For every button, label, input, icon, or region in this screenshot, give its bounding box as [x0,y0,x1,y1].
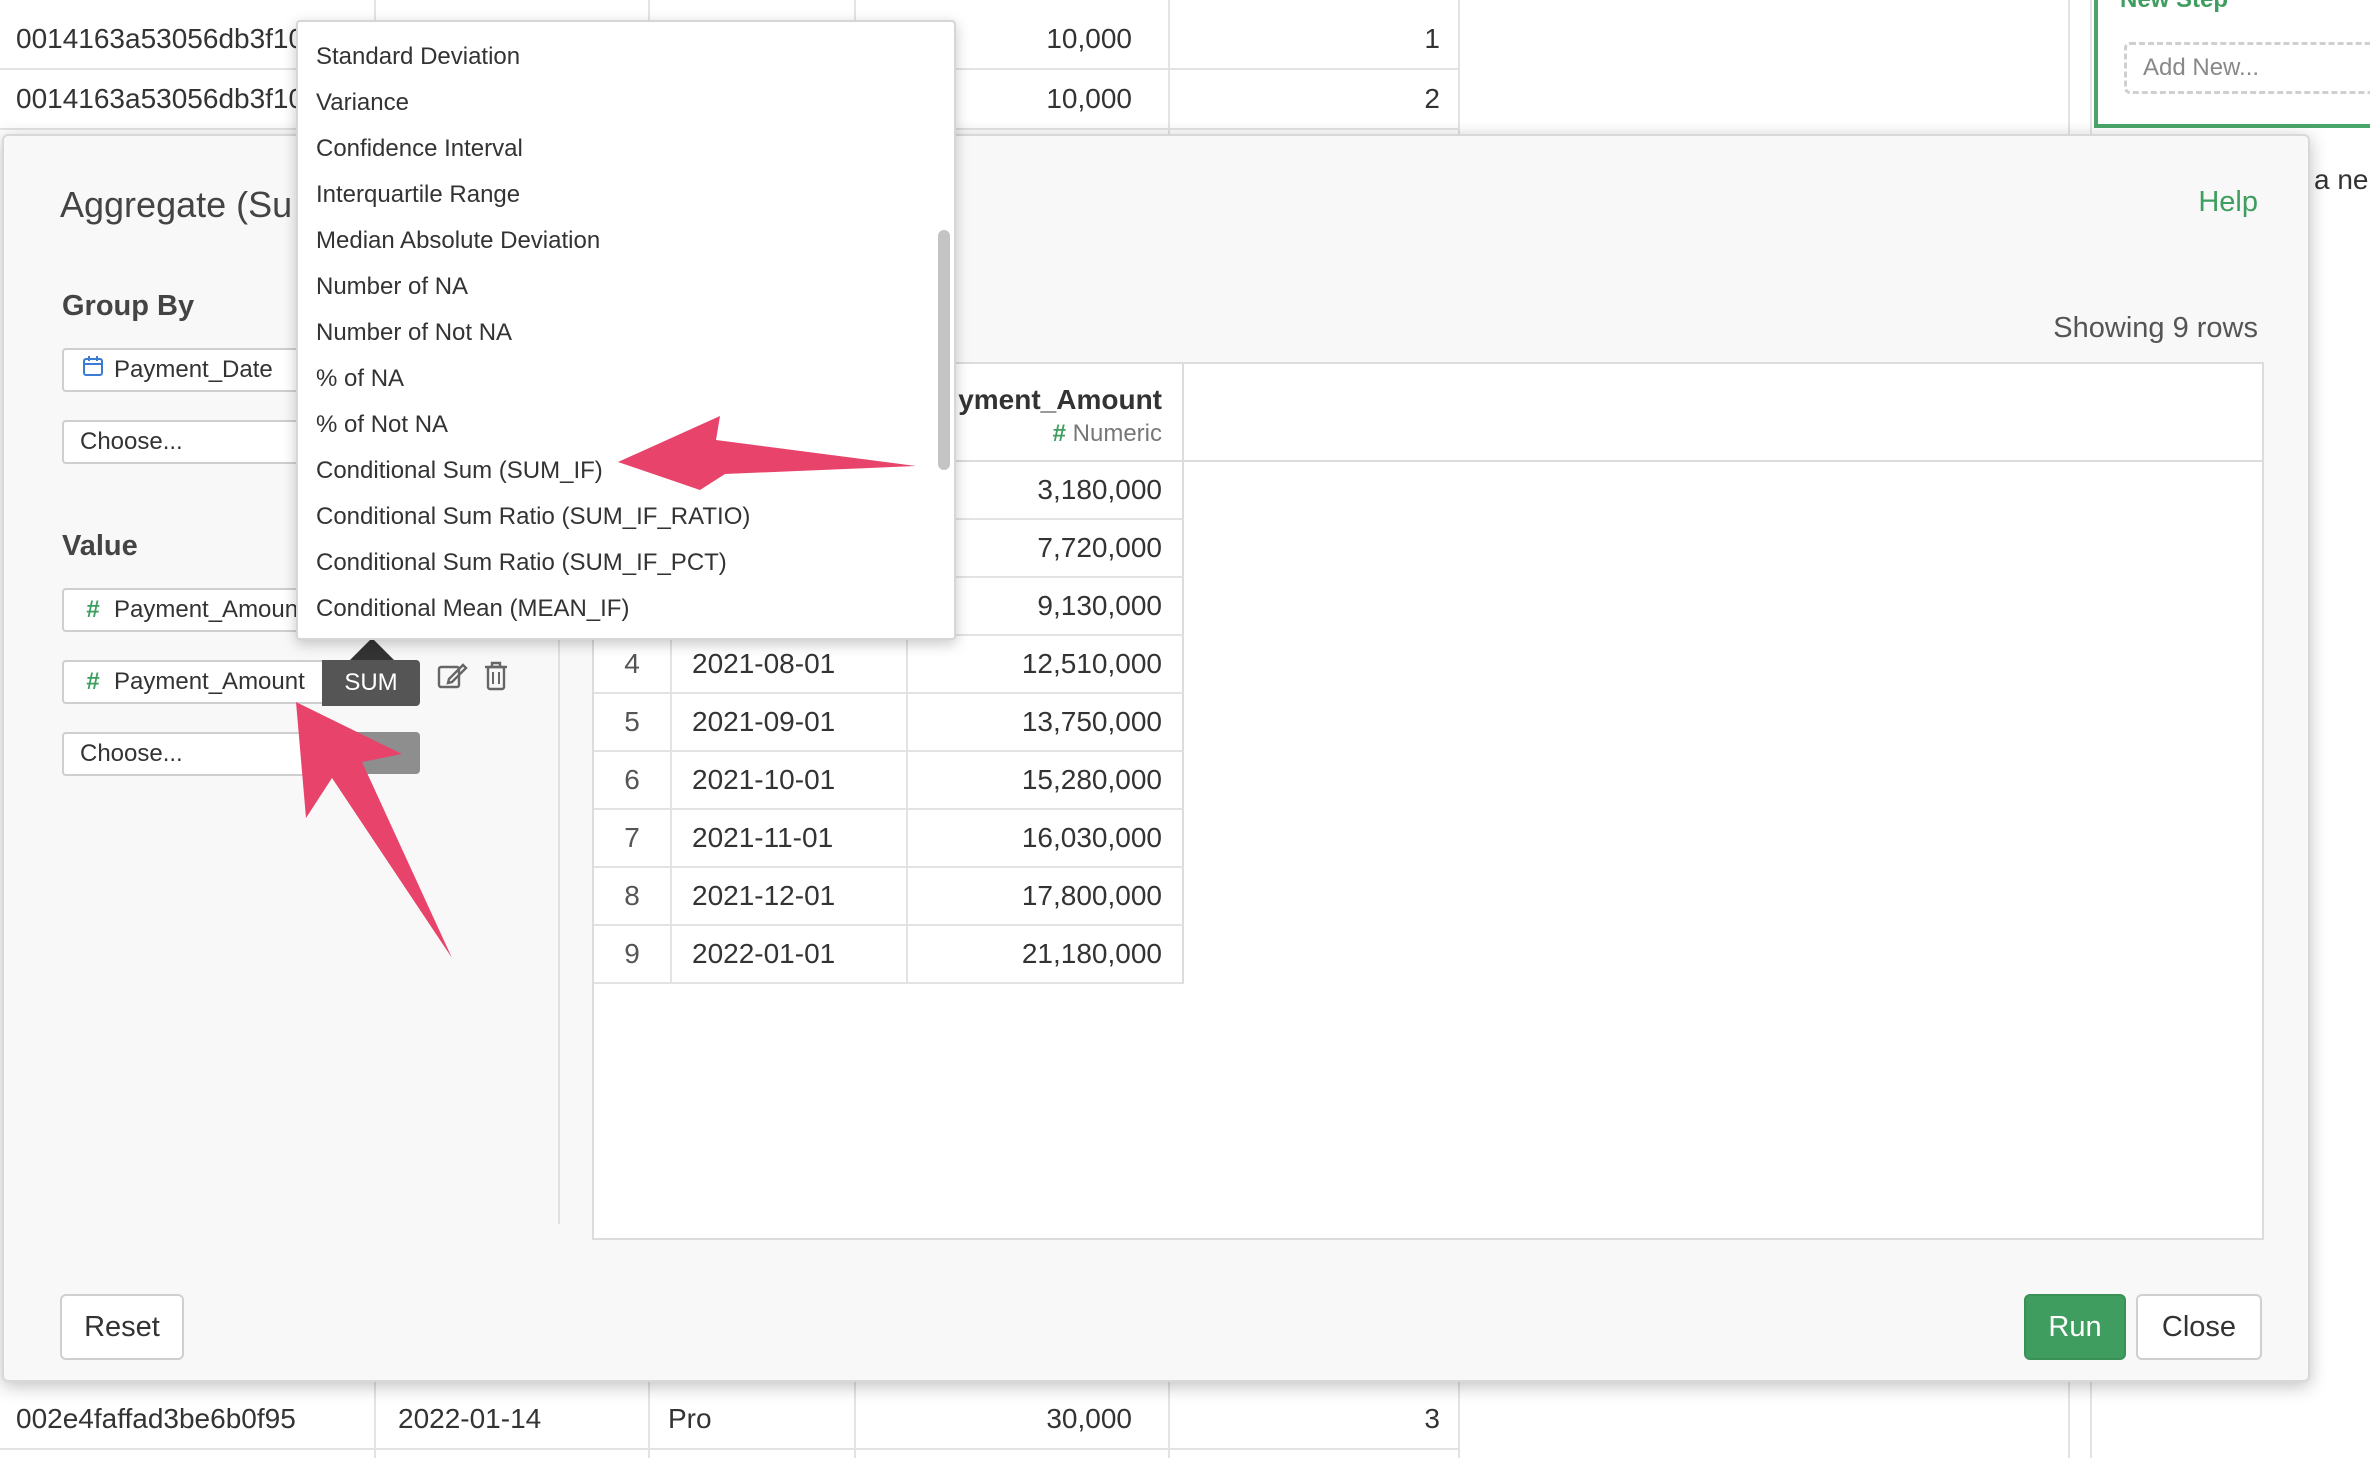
row-number: 5 [594,694,672,750]
group-by-field[interactable]: Payment_Date [62,348,322,392]
row-number: 4 [594,636,672,692]
tooltip-pointer [350,638,394,660]
table-cell-id: 002e4faffad3be6b0f95 [16,1403,296,1434]
numeric-icon: # [1052,420,1073,447]
add-new-button[interactable]: Add New... [2124,42,2370,94]
table-cell-date: 2021-08-01 [672,636,908,692]
dropdown-item-conditional-sum-ratio[interactable]: Conditional Sum Ratio (SUM_IF_RATIO) [298,494,938,540]
table-cell-id: 0014163a53056db3f10 [16,83,296,114]
column-name: yment_Amount [958,384,1162,415]
value-field-1-label: Payment_Amount [114,596,305,623]
aggregate-function-button[interactable]: SUM [322,660,420,706]
row-number: 6 [594,752,672,808]
table-cell-value: 16,030,000 [1021,822,1162,853]
table-cell-date: 2022-01-01 [672,926,908,982]
dropdown-item-variance[interactable]: Variance [298,80,938,126]
header-divider [1184,460,2264,462]
group-by-label: Group By [62,290,195,322]
row-number: 7 [594,810,672,866]
table-row: 8 2021-12-01 17,800,000 [594,868,1184,926]
table-cell-value: 15,280,000 [1021,764,1162,795]
table-cell-id: 0014163a53056db3f10 [16,23,296,54]
dropdown-item-conditional-mean[interactable]: Conditional Mean (MEAN_IF) [298,586,938,632]
dropdown-item-interquartile-range[interactable]: Interquartile Range [298,172,938,218]
table-cell-count: 2 [1424,83,1440,114]
reset-button[interactable]: Reset [60,1294,184,1360]
table-cell-value: 17,800,000 [1021,880,1162,911]
table-cell-date: 2021-09-01 [672,694,908,750]
trash-icon[interactable] [482,660,510,699]
table-cell-date: 2021-10-01 [672,752,908,808]
dropdown-item-number-of-not-na[interactable]: Number of Not NA [298,310,938,356]
close-button[interactable]: Close [2136,1294,2262,1360]
dropdown-item-conditional-sum[interactable]: Conditional Sum (SUM_IF) [298,448,938,494]
run-button[interactable]: Run [2024,1294,2126,1360]
dropdown-item-number-of-na[interactable]: Number of NA [298,264,938,310]
row-count-label: Showing 9 rows [2053,312,2258,344]
table-cell-date: 2021-11-01 [672,810,908,866]
dropdown-scrollbar-thumb[interactable] [938,230,950,470]
group-by-field-label: Payment_Date [114,356,273,383]
table-cell-value: 13,750,000 [1021,706,1162,737]
table-row: 4 2021-08-01 12,510,000 [594,636,1184,694]
table-cell-value: 12,510,000 [1021,648,1162,679]
table-cell-date: 2022-01-14 [398,1403,542,1434]
value-field-1[interactable]: # Payment_Amount [62,588,322,632]
edit-icon[interactable] [436,660,468,699]
group-by-choose-select[interactable]: Choose... [62,420,322,464]
numeric-icon: # [86,596,100,623]
column-type-label: Numeric [1072,420,1162,447]
dropdown-item-pct-of-not-na[interactable]: % of Not NA [298,402,938,448]
dropdown-item-standard-deviation[interactable]: Standard Deviation [298,34,938,80]
table-row: 002e4faffad3be6b0f95 2022-01-14 Pro 30,0… [0,1390,1460,1450]
dropdown-item-pct-of-na[interactable]: % of NA [298,356,938,402]
dropdown-item-conditional-sum-pct[interactable]: Conditional Sum Ratio (SUM_IF_PCT) [298,540,938,586]
table-cell-count: 3 [1424,1403,1440,1434]
table-cell-amount: 30,000 [1046,1403,1132,1434]
row-number: 8 [594,868,672,924]
side-panel-text: a ne [2314,164,2369,195]
numeric-icon: # [86,668,100,695]
row-number: 9 [594,926,672,982]
value-choose-select[interactable]: Choose... [62,732,324,776]
help-link[interactable]: Help [2198,186,2258,219]
dialog-title: Aggregate (Su [60,184,293,225]
table-row: 7 2021-11-01 16,030,000 [594,810,1184,868]
new-step-panel: New Step Add New... [2094,0,2370,128]
table-row: 9 2022-01-01 21,180,000 [594,926,1184,984]
new-step-title: New Step [2120,0,2228,14]
table-row: 5 2021-09-01 13,750,000 [594,694,1184,752]
table-row: 6 2021-10-01 15,280,000 [594,752,1184,810]
column-type: # Numeric [1053,420,1162,448]
table-cell-count: 1 [1424,23,1440,54]
value-field-2[interactable]: # Payment_Amount [62,660,324,704]
table-cell-plan: Pro [668,1403,712,1434]
aggregate-function-dropdown: Standard Deviation Variance Confidence I… [296,20,956,640]
function-placeholder [322,732,420,774]
value-label: Value [62,530,138,562]
table-cell-value: 21,180,000 [1021,938,1162,969]
dropdown-item-confidence-interval[interactable]: Confidence Interval [298,126,938,172]
table-cell-date: 2021-12-01 [672,868,908,924]
calendar-icon [80,350,106,390]
dropdown-item-median-absolute-deviation[interactable]: Median Absolute Deviation [298,218,938,264]
value-field-2-label: Payment_Amount [114,668,305,695]
